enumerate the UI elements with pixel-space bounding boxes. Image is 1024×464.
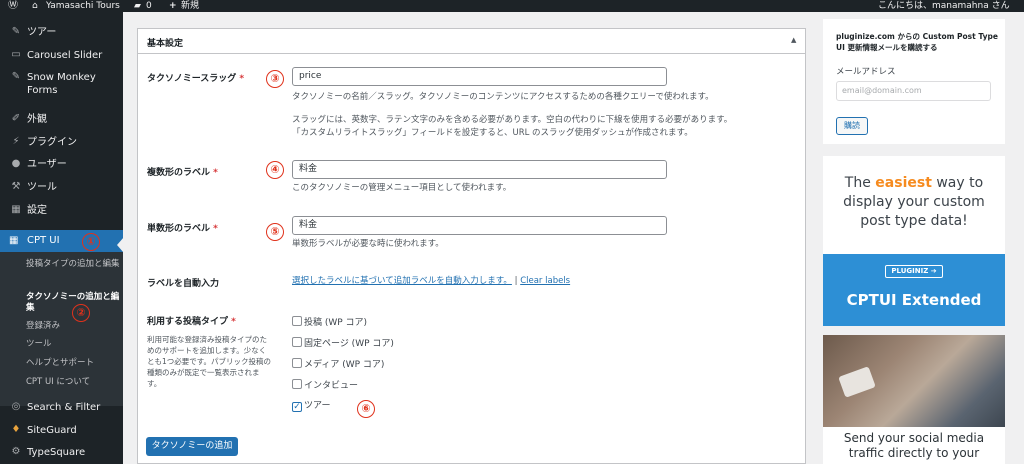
ad-photo-image: [823, 335, 1005, 427]
greeting-link[interactable]: こんにちは、manamahna さん: [878, 0, 1010, 12]
ad-headline: The easiest way to display your custom p…: [843, 175, 985, 229]
panel-title: 基本設定: [147, 39, 184, 49]
plus-icon[interactable]: +: [169, 0, 177, 12]
annotation-marker-1: ①: [82, 233, 100, 251]
singular-label: 単数形のラベル *: [147, 224, 218, 234]
singular-label-input[interactable]: 料金: [292, 216, 667, 235]
ad-social-text: Send your social media traffic directly …: [843, 431, 985, 460]
collapse-arrow-icon[interactable]: ▲: [791, 36, 796, 44]
wordpress-logo-icon[interactable]: Ⓦ: [8, 0, 18, 12]
subscribe-title: pluginize.com からの Custom Post Type UI 更新…: [836, 32, 998, 52]
post-types-help: 利用可能な登録済み投稿タイプのた めのサポートを追加します。少なく とも1つ必要…: [147, 335, 272, 388]
add-taxonomy-button[interactable]: タクソノミーの追加: [146, 437, 238, 456]
home-icon[interactable]: ⌂: [32, 0, 38, 12]
comments-count[interactable]: 0: [146, 0, 152, 12]
cptui-icon: ▦: [9, 235, 19, 246]
siteguard-icon: ♦: [11, 424, 21, 435]
post-type-checkbox-posts[interactable]: 投稿 (WP コア): [292, 315, 367, 328]
cptui-extended-ad[interactable]: The easiest way to display your custom p…: [823, 156, 1005, 326]
pin-icon: ✎: [11, 71, 21, 82]
submenu-tools[interactable]: ツール: [26, 339, 52, 350]
plural-label: 複数形のラベル *: [147, 168, 218, 178]
wrench-icon: ⚒: [11, 181, 21, 192]
post-type-checkbox-interview[interactable]: インタビュー: [292, 378, 358, 391]
autofill-links: 選択したラベルに基づいて追加ラベルを自動入力します。 | Clear label…: [292, 276, 571, 286]
slug-description: タクソノミーの名前／スラッグ。タクソノミーのコンテンツにアクセスするための各種ク…: [292, 92, 714, 102]
submenu-help-support[interactable]: ヘルプとサポート: [26, 358, 94, 369]
annotation-marker-3: ③: [266, 70, 284, 88]
submenu-add-edit-post-types[interactable]: 投稿タイプの追加と編集: [26, 259, 122, 270]
cpt-ui-submenu: 投稿タイプの追加と編集 タクソノミーの追加と編集 登録済み ツール ヘルプとサポ…: [0, 252, 123, 406]
subscribe-widget: pluginize.com からの Custom Post Type UI 更新…: [823, 19, 1005, 144]
subscribe-button[interactable]: 購読: [836, 117, 868, 135]
post-types-label: 利用する投稿タイプ *: [147, 317, 236, 327]
post-type-checkbox-pages[interactable]: 固定ページ (WP コア): [292, 336, 394, 349]
search-filter-icon: ◎: [11, 401, 21, 412]
checkmark-icon: ✓: [292, 402, 302, 412]
autofill-label: ラベルを自動入力: [147, 279, 220, 289]
annotation-marker-4: ④: [266, 161, 284, 179]
social-media-ad[interactable]: Send your social media traffic directly …: [823, 335, 1005, 464]
slug-label: タクソノミースラッグ *: [147, 74, 245, 84]
brush-icon: ✐: [11, 113, 21, 124]
admin-sidebar: ✎ ツアー ▭ Carousel Slider ✎ Snow Monkey Forms…: [0, 12, 123, 464]
autofill-link[interactable]: 選択したラベルに基づいて追加ラベルを自動入力します。: [292, 276, 512, 286]
carousel-icon: ▭: [11, 49, 21, 60]
post-type-checkbox-media[interactable]: メディア (WP コア): [292, 357, 384, 370]
phone-image: [838, 366, 876, 398]
email-label: メールアドレス: [836, 67, 896, 77]
comment-icon[interactable]: ▰: [134, 0, 141, 12]
ad-product-name: CPTUI Extended: [846, 291, 982, 309]
panel-header[interactable]: 基本設定 ▲: [138, 29, 805, 54]
new-content-link[interactable]: 新規: [181, 0, 199, 12]
slug-rules-note: スラッグには、英数字、ラテン文字のみを含める必要があります。空白の代わりに下線を…: [292, 115, 733, 125]
pin-icon: ✎: [11, 26, 21, 37]
current-menu-arrow: [117, 237, 123, 253]
menu-item-cpt-ui[interactable]: ▦ CPT UI: [0, 230, 123, 252]
admin-bar: Ⓦ ⌂ Yamasachi Tours ▰ 0 + 新規 こんにちは、manam…: [0, 0, 1024, 12]
clear-labels-link[interactable]: Clear labels: [520, 276, 570, 286]
email-input[interactable]: email@domain.com: [836, 81, 991, 101]
ad-blue-band: PLUGINIZ ➔ CPTUI Extended: [823, 254, 1005, 326]
gear-icon: ⚙: [11, 446, 21, 457]
plugin-icon: ⚡: [12, 136, 20, 147]
settings-icon: ▦: [11, 204, 21, 215]
plural-label-input[interactable]: 料金: [292, 160, 667, 179]
submenu-about-cpt-ui[interactable]: CPT UI について: [26, 377, 90, 388]
annotation-marker-6: ⑥: [357, 400, 375, 418]
post-type-checkbox-tours[interactable]: ✓ ツアー: [292, 398, 330, 412]
annotation-marker-5: ⑤: [266, 223, 284, 241]
plural-description: このタクソノミーの管理メニュー項目として使われます。: [292, 183, 512, 193]
user-icon: ●: [11, 158, 21, 169]
annotation-marker-2: ②: [72, 304, 90, 322]
pluginize-logo: PLUGINIZ ➔: [885, 265, 943, 278]
site-name-link[interactable]: Yamasachi Tours: [46, 0, 120, 12]
basic-settings-panel: 基本設定 ▲ タクソノミースラッグ * ③ price タクソノミーの名前／スラ…: [137, 28, 806, 464]
taxonomy-slug-input[interactable]: price: [292, 67, 667, 86]
singular-description: 単数形ラベルが必要な時に使われます。: [292, 239, 444, 249]
slug-rewrite-note: 「カスタムリライトスラッグ」フィールドを設定すると、URL のスラッグ使用ダッシ…: [292, 128, 693, 138]
submenu-registered[interactable]: 登録済み: [26, 321, 60, 332]
